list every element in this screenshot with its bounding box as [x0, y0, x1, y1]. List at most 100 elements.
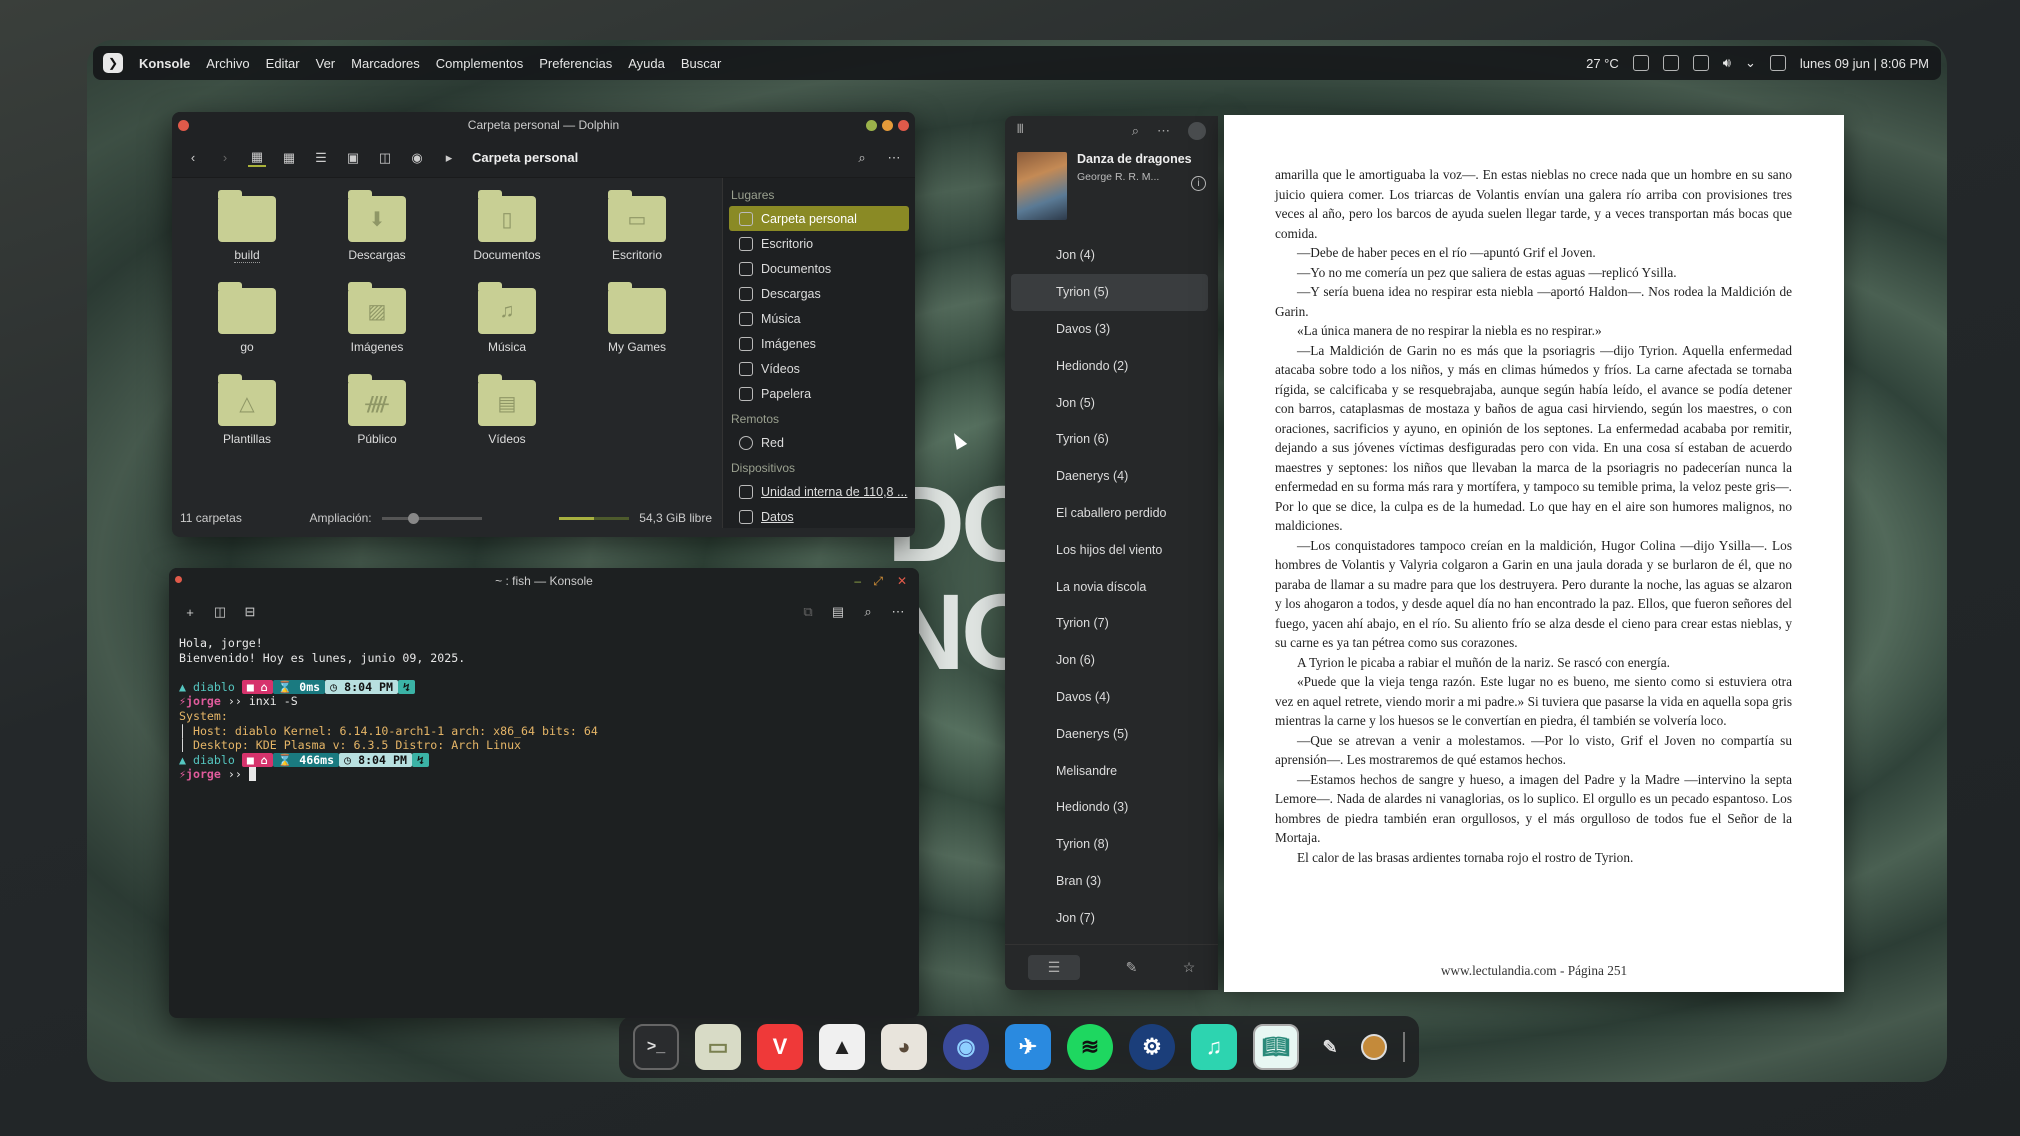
copy-icon[interactable]: ⧉ [799, 603, 817, 621]
bookmarks-tab-icon[interactable]: ☆ [1183, 959, 1196, 976]
zoom-slider-handle[interactable] [407, 512, 419, 524]
place-descargas[interactable]: Descargas [729, 281, 909, 306]
toc-item[interactable]: Daenerys (4) [1011, 458, 1208, 495]
search-icon[interactable]: ⌕ [859, 603, 877, 621]
konsole-titlebar[interactable]: ~ : fish — Konsole – ⤢ ✕ [169, 568, 919, 594]
library-icon[interactable]: 𝍫 [1017, 120, 1024, 142]
place-escritorio[interactable]: Escritorio [729, 231, 909, 256]
paste-icon[interactable]: ▤ [829, 603, 847, 621]
file-publico[interactable]: ᚎ Público [312, 374, 442, 466]
steam-icon[interactable]: ⚙ [1129, 1024, 1175, 1070]
chevron-down-icon[interactable]: ⌄ [1745, 55, 1756, 71]
toc-item[interactable]: El caballero perdido [1011, 495, 1208, 532]
toc-item[interactable]: Tyrion (6) [1011, 421, 1208, 458]
file-imagenes[interactable]: ▨ Imágenes [312, 282, 442, 374]
spotify-icon[interactable]: ≋ [1067, 1024, 1113, 1070]
zoom-slider[interactable] [381, 512, 482, 524]
file-build[interactable]: build [182, 190, 312, 282]
toc-item[interactable]: Los hijos del viento [1011, 531, 1208, 568]
menu-icon[interactable]: ⋯ [889, 603, 907, 621]
toc-item[interactable]: Jon (5) [1011, 384, 1208, 421]
clipboard-icon[interactable] [1662, 55, 1679, 71]
file-videos[interactable]: ▤ Vídeos [442, 374, 572, 466]
search-icon[interactable]: ⌕ [853, 149, 871, 167]
window-menu-icon[interactable] [175, 576, 182, 583]
toc-item[interactable]: Jon (4) [1011, 237, 1208, 274]
music-icon[interactable]: ♫ [1191, 1024, 1237, 1070]
toc-item[interactable]: Hediondo (2) [1011, 347, 1208, 384]
menu-archivo[interactable]: Archivo [206, 56, 249, 71]
menu-icon[interactable]: ⋯ [885, 149, 903, 167]
files-icon[interactable]: ▭ [695, 1024, 741, 1070]
book-header[interactable]: Danza de dragones George R. R. M... i [1005, 146, 1218, 228]
menu-ayuda[interactable]: Ayuda [628, 56, 665, 71]
place-red[interactable]: Red [729, 430, 909, 455]
toc-item[interactable]: Jon (6) [1011, 642, 1208, 679]
toc-item[interactable]: Davos (3) [1011, 311, 1208, 348]
menu-editar[interactable]: Editar [266, 56, 300, 71]
icons-view-icon[interactable]: ▦ [248, 149, 266, 167]
place-home[interactable]: Carpeta personal [729, 206, 909, 231]
weather-temp[interactable]: 27 °C [1586, 56, 1619, 71]
show-hidden-icon[interactable]: ◉ [408, 149, 426, 167]
file-musica[interactable]: ♫ Música [442, 282, 572, 374]
file-my-games[interactable]: My Games [572, 282, 702, 374]
gimp-icon[interactable]: ◕ [881, 1024, 927, 1070]
file-escritorio[interactable]: ▭ Escritorio [572, 190, 702, 282]
vivaldi-icon[interactable]: V [757, 1024, 803, 1070]
annotations-tab-icon[interactable]: ✎ [1126, 959, 1138, 976]
menu-ver[interactable]: Ver [316, 56, 336, 71]
toc-item[interactable]: Tyrion (5) [1011, 273, 1208, 311]
ghost-icon[interactable] [1632, 55, 1649, 71]
toc-item[interactable]: Melisandre [1011, 752, 1208, 789]
terminal-output[interactable]: Hola, jorge! Bienvenido! Hoy es lunes, j… [169, 630, 919, 788]
circle-icon[interactable] [1361, 1034, 1387, 1060]
window-menu-icon[interactable] [178, 120, 189, 131]
menu-preferencias[interactable]: Preferencias [539, 56, 612, 71]
maximize-button[interactable] [882, 120, 893, 131]
inkscape-icon[interactable]: ▲ [819, 1024, 865, 1070]
place-documentos[interactable]: Documentos [729, 256, 909, 281]
toc-item[interactable]: Tyrion (7) [1011, 605, 1208, 642]
place-datos[interactable]: Datos [729, 504, 909, 529]
info-icon[interactable]: i [1191, 176, 1206, 191]
more-icon[interactable]: ⋯ [1157, 123, 1170, 139]
preview-icon[interactable]: ▣ [344, 149, 362, 167]
terminal-icon[interactable]: >_ [633, 1024, 679, 1070]
volume-icon[interactable]: 🔊︎ [1723, 55, 1731, 71]
user-avatar-icon[interactable] [1188, 122, 1206, 140]
swift-icon[interactable]: ✈ [1005, 1024, 1051, 1070]
forward-icon[interactable]: › [216, 149, 234, 167]
place-imagenes[interactable]: Imágenes [729, 331, 909, 356]
back-icon[interactable]: ‹ [184, 149, 202, 167]
minimize-button[interactable]: – [854, 574, 861, 588]
book-page[interactable]: amarilla que le amortiguaba la voz—. En … [1224, 115, 1844, 992]
file-go[interactable]: go [182, 282, 312, 374]
toc-item[interactable]: Daenerys (5) [1011, 715, 1208, 752]
toc-tab-icon[interactable]: ☰ [1027, 955, 1081, 980]
split-view-icon[interactable]: ◫ [211, 603, 229, 621]
clock[interactable]: lunes 09 jun | 8:06 PM [1800, 56, 1929, 71]
compact-view-icon[interactable]: ▦ [280, 149, 298, 167]
network-icon[interactable] [1769, 55, 1786, 71]
breadcrumb[interactable]: Carpeta personal [472, 150, 578, 165]
app-launcher-icon[interactable]: ❯ [103, 53, 123, 73]
close-button[interactable] [898, 120, 909, 131]
place-videos[interactable]: Vídeos [729, 356, 909, 381]
file-descargas[interactable]: ⬇ Descargas [312, 190, 442, 282]
toc-item[interactable]: Jon (7) [1011, 899, 1208, 936]
details-view-icon[interactable]: ☰ [312, 149, 330, 167]
place-musica[interactable]: Música [729, 306, 909, 331]
menu-buscar[interactable]: Buscar [681, 56, 721, 71]
toc-item[interactable]: La novia díscola [1011, 568, 1208, 605]
toc-item[interactable]: Davos (4) [1011, 679, 1208, 716]
place-papelera[interactable]: Papelera [729, 381, 909, 406]
split-view-icon[interactable]: ◫ [376, 149, 394, 167]
menu-marcadores[interactable]: Marcadores [351, 56, 420, 71]
close-button[interactable]: ✕ [897, 574, 907, 588]
menu-complementos[interactable]: Complementos [436, 56, 523, 71]
new-tab-icon[interactable]: + [181, 603, 199, 621]
color-picker-icon[interactable]: ✎ [1315, 1024, 1345, 1070]
file-plantillas[interactable]: △ Plantillas [182, 374, 312, 466]
split-horizontal-icon[interactable]: ⊟ [241, 603, 259, 621]
